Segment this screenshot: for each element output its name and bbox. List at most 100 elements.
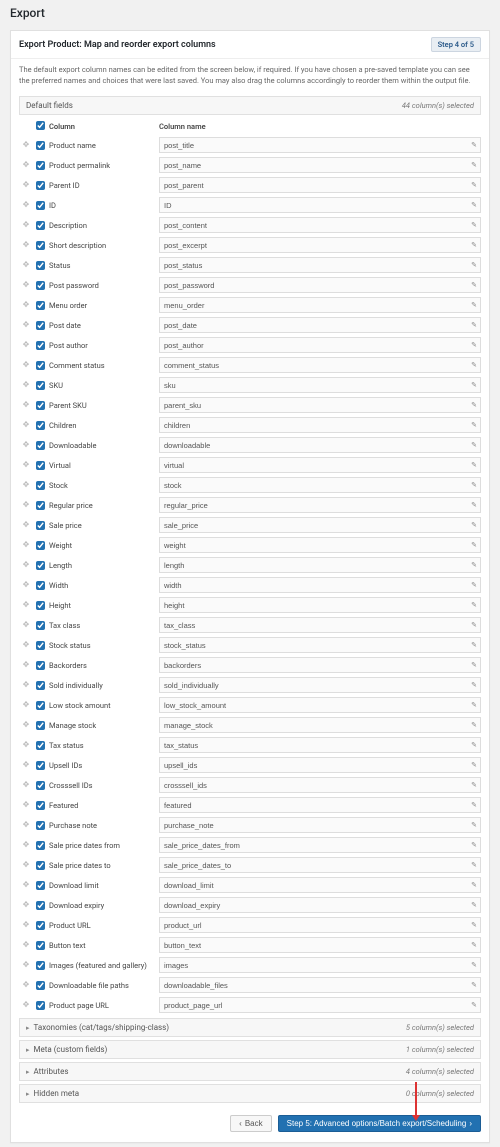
drag-handle-icon[interactable]: ✥ [23,541,30,549]
row-checkbox[interactable] [36,741,45,750]
column-name-input[interactable] [159,957,481,973]
row-checkbox[interactable] [36,761,45,770]
row-checkbox[interactable] [36,961,45,970]
row-checkbox[interactable] [36,941,45,950]
row-checkbox[interactable] [36,641,45,650]
drag-handle-icon[interactable]: ✥ [23,181,30,189]
drag-handle-icon[interactable]: ✥ [23,621,30,629]
column-name-input[interactable] [159,357,481,373]
row-checkbox[interactable] [36,981,45,990]
row-checkbox[interactable] [36,661,45,670]
drag-handle-icon[interactable]: ✥ [23,801,30,809]
column-name-input[interactable] [159,257,481,273]
row-checkbox[interactable] [36,301,45,310]
column-name-input[interactable] [159,737,481,753]
row-checkbox[interactable] [36,821,45,830]
column-name-input[interactable] [159,237,481,253]
drag-handle-icon[interactable]: ✥ [23,441,30,449]
drag-handle-icon[interactable]: ✥ [23,601,30,609]
drag-handle-icon[interactable]: ✥ [23,361,30,369]
column-name-input[interactable] [159,497,481,513]
column-name-input[interactable] [159,277,481,293]
row-checkbox[interactable] [36,621,45,630]
column-name-input[interactable] [159,777,481,793]
drag-handle-icon[interactable]: ✥ [23,261,30,269]
drag-handle-icon[interactable]: ✥ [23,141,30,149]
row-checkbox[interactable] [36,701,45,710]
row-checkbox[interactable] [36,201,45,210]
column-name-input[interactable] [159,997,481,1013]
column-name-input[interactable] [159,697,481,713]
column-name-input[interactable] [159,517,481,533]
column-name-input[interactable] [159,137,481,153]
column-name-input[interactable] [159,877,481,893]
section-accordion[interactable]: Attributes4 column(s) selected [19,1062,481,1081]
row-checkbox[interactable] [36,281,45,290]
drag-handle-icon[interactable]: ✥ [23,581,30,589]
drag-handle-icon[interactable]: ✥ [23,461,30,469]
row-checkbox[interactable] [36,901,45,910]
column-name-input[interactable] [159,977,481,993]
row-checkbox[interactable] [36,341,45,350]
drag-handle-icon[interactable]: ✥ [23,921,30,929]
drag-handle-icon[interactable]: ✥ [23,221,30,229]
column-name-input[interactable] [159,617,481,633]
next-step-button[interactable]: Step 5: Advanced options/Batch export/Sc… [278,1115,481,1132]
column-name-input[interactable] [159,437,481,453]
drag-handle-icon[interactable]: ✥ [23,881,30,889]
section-accordion[interactable]: Meta (custom fields)1 column(s) selected [19,1040,481,1059]
row-checkbox[interactable] [36,181,45,190]
column-name-input[interactable] [159,897,481,913]
column-name-input[interactable] [159,337,481,353]
row-checkbox[interactable] [36,321,45,330]
drag-handle-icon[interactable]: ✥ [23,721,30,729]
column-name-input[interactable] [159,817,481,833]
column-name-input[interactable] [159,457,481,473]
row-checkbox[interactable] [36,681,45,690]
drag-handle-icon[interactable]: ✥ [23,981,30,989]
row-checkbox[interactable] [36,721,45,730]
column-name-input[interactable] [159,657,481,673]
column-name-input[interactable] [159,797,481,813]
row-checkbox[interactable] [36,401,45,410]
row-checkbox[interactable] [36,561,45,570]
row-checkbox[interactable] [36,581,45,590]
drag-handle-icon[interactable]: ✥ [23,701,30,709]
drag-handle-icon[interactable]: ✥ [23,381,30,389]
drag-handle-icon[interactable]: ✥ [23,201,30,209]
drag-handle-icon[interactable]: ✥ [23,661,30,669]
column-name-input[interactable] [159,537,481,553]
column-name-input[interactable] [159,317,481,333]
section-accordion[interactable]: Taxonomies (cat/tags/shipping-class)5 co… [19,1018,481,1037]
row-checkbox[interactable] [36,1001,45,1010]
row-checkbox[interactable] [36,881,45,890]
drag-handle-icon[interactable]: ✥ [23,561,30,569]
row-checkbox[interactable] [36,441,45,450]
column-name-input[interactable] [159,397,481,413]
select-all-checkbox[interactable] [36,121,45,130]
column-name-input[interactable] [159,637,481,653]
drag-handle-icon[interactable]: ✥ [23,861,30,869]
row-checkbox[interactable] [36,141,45,150]
row-checkbox[interactable] [36,521,45,530]
row-checkbox[interactable] [36,461,45,470]
drag-handle-icon[interactable]: ✥ [23,401,30,409]
column-name-input[interactable] [159,297,481,313]
row-checkbox[interactable] [36,261,45,270]
drag-handle-icon[interactable]: ✥ [23,241,30,249]
drag-handle-icon[interactable]: ✥ [23,341,30,349]
drag-handle-icon[interactable]: ✥ [23,941,30,949]
column-name-input[interactable] [159,917,481,933]
row-checkbox[interactable] [36,921,45,930]
drag-handle-icon[interactable]: ✥ [23,901,30,909]
drag-handle-icon[interactable]: ✥ [23,741,30,749]
column-name-input[interactable] [159,217,481,233]
column-name-input[interactable] [159,417,481,433]
back-button[interactable]: ‹ Back [230,1115,271,1132]
row-checkbox[interactable] [36,861,45,870]
column-name-input[interactable] [159,857,481,873]
drag-handle-icon[interactable]: ✥ [23,501,30,509]
row-checkbox[interactable] [36,361,45,370]
column-name-input[interactable] [159,577,481,593]
drag-handle-icon[interactable]: ✥ [23,421,30,429]
